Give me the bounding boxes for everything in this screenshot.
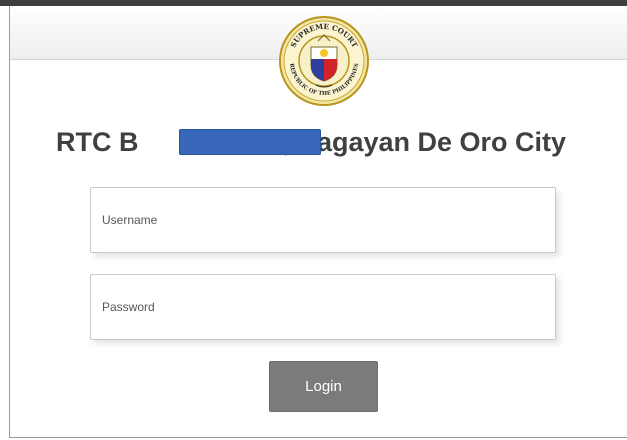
login-page: SUPREME COURT REPUBLIC OF THE PHILIPPINE… <box>0 0 627 440</box>
username-field[interactable] <box>90 187 556 253</box>
redaction-bar <box>179 129 321 155</box>
password-input[interactable] <box>91 275 555 339</box>
supreme-court-seal-logo: SUPREME COURT REPUBLIC OF THE PHILIPPINE… <box>278 15 370 107</box>
username-input[interactable] <box>91 188 555 252</box>
court-title-prefix: RTC B <box>55 127 139 157</box>
login-panel: SUPREME COURT REPUBLIC OF THE PHILIPPINE… <box>9 6 627 438</box>
login-button[interactable]: Login <box>269 361 378 412</box>
court-title-suffix: , Cagayan De Oro City <box>282 127 567 157</box>
seal-icon: SUPREME COURT REPUBLIC OF THE PHILIPPINE… <box>279 16 369 106</box>
password-field[interactable] <box>90 274 556 340</box>
